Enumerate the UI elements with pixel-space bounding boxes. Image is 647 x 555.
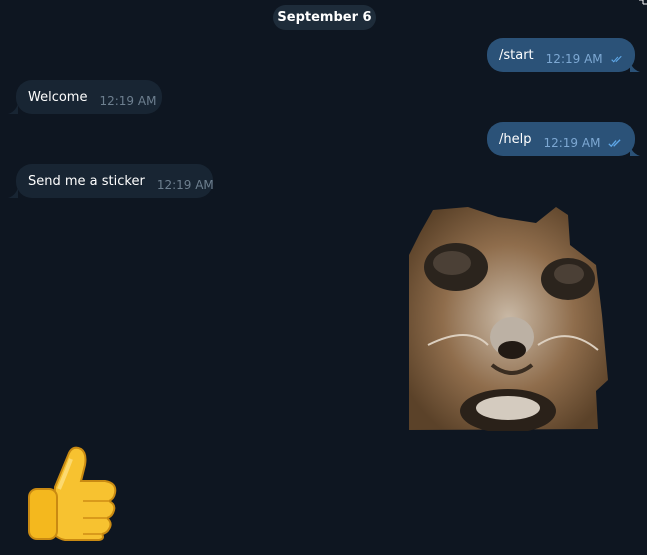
- bubble-tail: [630, 146, 640, 156]
- message-bubble-incoming[interactable]: Send me a sticker 12:19 AM: [16, 164, 214, 198]
- chat-area: September 6 /start 12:19 AM Welcome 12:1…: [0, 0, 647, 555]
- thumbs-up-sticker[interactable]: [25, 445, 119, 541]
- message-bubble-outgoing[interactable]: /help 12:19 AM: [487, 122, 635, 156]
- message-time: 12:19 AM: [543, 136, 601, 150]
- message-time: 12:19 AM: [99, 94, 157, 108]
- message-text: Welcome: [28, 89, 88, 105]
- bubble-tail: [630, 62, 640, 72]
- date-separator-label: September 6: [277, 10, 372, 25]
- read-ticks-icon: [608, 139, 622, 148]
- bubble-tail: [8, 188, 18, 198]
- window-corner-icon: [639, 0, 647, 5]
- message-time: 12:19 AM: [545, 52, 603, 66]
- message-bubble-incoming[interactable]: Welcome 12:19 AM: [16, 80, 162, 114]
- message-bubble-outgoing[interactable]: /start 12:19 AM: [487, 38, 635, 72]
- message-time: 12:19 AM: [156, 178, 214, 192]
- bubble-tail: [8, 104, 18, 114]
- cat-sticker[interactable]: [408, 205, 610, 431]
- message-text: /help: [499, 131, 532, 147]
- read-ticks-icon: [610, 55, 622, 63]
- message-text: /start: [499, 47, 534, 63]
- message-text: Send me a sticker: [28, 173, 145, 189]
- date-separator: September 6: [273, 5, 376, 30]
